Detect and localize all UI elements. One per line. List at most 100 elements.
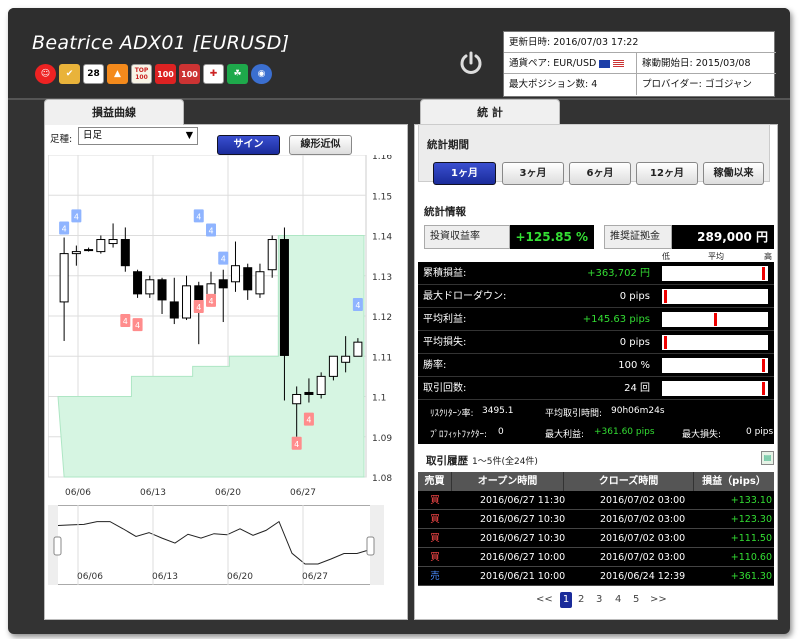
28-icon[interactable]: 28 (83, 64, 104, 84)
ok-icon[interactable]: ✔ (59, 64, 80, 84)
globe-icon[interactable]: ◉ (251, 64, 272, 84)
candle-body (267, 239, 277, 271)
pager-page-3[interactable]: 3 (596, 594, 602, 605)
candle-body (96, 239, 106, 253)
candle-body (218, 279, 228, 289)
100-icon[interactable]: 100 (155, 64, 176, 84)
period-1m-button[interactable]: 1ヶ月 (433, 162, 496, 185)
history-head-side: 売買 (418, 472, 452, 491)
sell-signal-label: 4 (196, 212, 201, 221)
gauge-header: 低 平均 高 (662, 251, 774, 261)
candle-body (341, 355, 351, 363)
history-row[interactable]: 買 2016/06/27 10:30 2016/07/02 03:00 +111.50 (418, 529, 774, 548)
extra-stats: ﾘｽｸﾘﾀｰﾝ率: 3495.1 平均取引時間: 90h06m24s ﾌﾟﾛﾌｨ… (418, 400, 774, 444)
pager-next[interactable]: >> (650, 594, 667, 605)
period-all-button[interactable]: 稼働以来 (703, 162, 764, 185)
history-side: 売 (430, 571, 440, 582)
flag-icon[interactable]: ✚ (203, 64, 224, 84)
gauge-avg: 平均 (708, 252, 724, 261)
pager-page-1[interactable]: 1 (560, 592, 572, 608)
nav-tick-label: 06/27 (302, 572, 328, 582)
stat-row: 最大ドローダウン: 0 pips (418, 285, 774, 308)
margin-value: 289,000 円 (672, 225, 774, 249)
candle-body (292, 393, 302, 405)
gauge-low: 低 (662, 252, 670, 261)
stat-row: 累積損益: +363,702 円 (418, 262, 774, 285)
dropdown-arrow-icon: ▼ (185, 130, 193, 141)
candle-body (243, 267, 253, 291)
history-row[interactable]: 売 2016/06/21 10:00 2016/06/24 12:39 +361.30 (418, 567, 774, 586)
candle-body (255, 271, 265, 295)
top100-icon[interactable]: TOP 100 (131, 64, 152, 84)
stat-value: 24 回 (624, 383, 650, 394)
t100-icon[interactable]: 100 (179, 64, 200, 84)
candle-body (279, 239, 289, 356)
export-icon[interactable]: ▤ (761, 451, 774, 465)
y-tick-label: 1.11 (372, 353, 392, 363)
linear-button[interactable]: 線形近似 (289, 135, 352, 155)
sell-signal-label: 4 (221, 255, 226, 264)
period-label: 統計期間 (427, 139, 469, 151)
maxprofit-label: 最大利益: (545, 430, 585, 440)
pager-page-4[interactable]: 4 (615, 594, 621, 605)
tab-stats[interactable]: 統 計 (420, 99, 560, 125)
flame-icon[interactable]: ▲ (107, 64, 128, 84)
clover-icon[interactable]: ☘ (227, 64, 248, 84)
history-side: 買 (430, 533, 440, 544)
pf-value: 0 (498, 427, 504, 437)
eu-flag-icon (599, 59, 611, 68)
candle-body (145, 279, 155, 295)
buy-signal-label: 4 (208, 297, 213, 306)
maxpos-value: 4 (591, 79, 598, 90)
pager-page-5[interactable]: 5 (633, 594, 639, 605)
smile-icon[interactable]: ☺ (35, 64, 56, 84)
nav-tick-label: 06/20 (227, 572, 253, 582)
gauge-marker (664, 336, 668, 349)
history-row[interactable]: 買 2016/06/27 10:30 2016/07/02 03:00 +123.30 (418, 510, 774, 529)
candle-body (157, 279, 167, 301)
period-box: 統計期間 1ヶ月 3ヶ月 6ヶ月 12ヶ月 稼働以来 (418, 124, 770, 185)
tab-equity-curve[interactable]: 損益曲線 (44, 99, 184, 125)
history-head-open: オープン時間 (452, 472, 564, 491)
stat-row: 平均損失: 0 pips (418, 331, 774, 354)
candle-body (194, 285, 204, 301)
candle-body (353, 341, 363, 357)
history-close: 2016/07/02 03:00 (600, 552, 686, 563)
stat-value: 0 pips (619, 291, 650, 302)
ashi-select[interactable]: 日足 ▼ (78, 127, 198, 145)
y-tick-label: 1.15 (372, 192, 392, 202)
nav-handle-right (366, 536, 375, 556)
stat-gauge (662, 335, 768, 350)
app-title: Beatrice ADX01 [EURUSD] (32, 32, 290, 54)
roi-label: 投資収益率 (424, 225, 510, 249)
candle-body (133, 271, 143, 295)
period-3m-button[interactable]: 3ヶ月 (502, 162, 564, 185)
history-row[interactable]: 買 2016/06/27 11:30 2016/07/02 03:00 +133.10 (418, 491, 774, 510)
power-icon[interactable] (458, 50, 484, 76)
stat-gauge (662, 381, 768, 396)
stat-row: 平均利益: +145.63 pips (418, 308, 774, 331)
history-open: 2016/06/21 10:00 (480, 571, 566, 582)
history-open: 2016/06/27 10:30 (480, 514, 566, 525)
stat-label: 平均利益: (423, 314, 467, 325)
start-value: 2015/03/08 (695, 58, 751, 69)
pager-prev[interactable]: << (536, 594, 553, 605)
stat-value: 0 pips (619, 337, 650, 348)
buy-signal-label: 4 (294, 440, 299, 449)
pager-page-2[interactable]: 2 (578, 594, 584, 605)
history-side: 買 (430, 495, 440, 506)
y-tick-label: 1.1 (372, 394, 386, 404)
stat-value: +145.63 pips (582, 314, 650, 325)
history-close: 2016/07/02 03:00 (600, 533, 686, 544)
buy-signal-label: 4 (123, 317, 128, 326)
period-6m-button[interactable]: 6ヶ月 (569, 162, 631, 185)
candlestick-chart[interactable]: 44 44444 444441.161.151.141.131.121.111.11… (48, 155, 404, 500)
sign-button[interactable]: サイン (217, 135, 280, 155)
stat-value: +363,702 円 (587, 268, 650, 279)
stat-gauge (662, 289, 768, 304)
period-12m-button[interactable]: 12ヶ月 (636, 162, 698, 185)
sell-signal-label: 4 (74, 212, 79, 221)
candle-body (120, 239, 130, 267)
pf-label: ﾌﾟﾛﾌｨｯﾄﾌｧｸﾀｰ: (430, 430, 488, 440)
history-row[interactable]: 買 2016/06/27 10:00 2016/07/02 03:00 +110.60 (418, 548, 774, 567)
